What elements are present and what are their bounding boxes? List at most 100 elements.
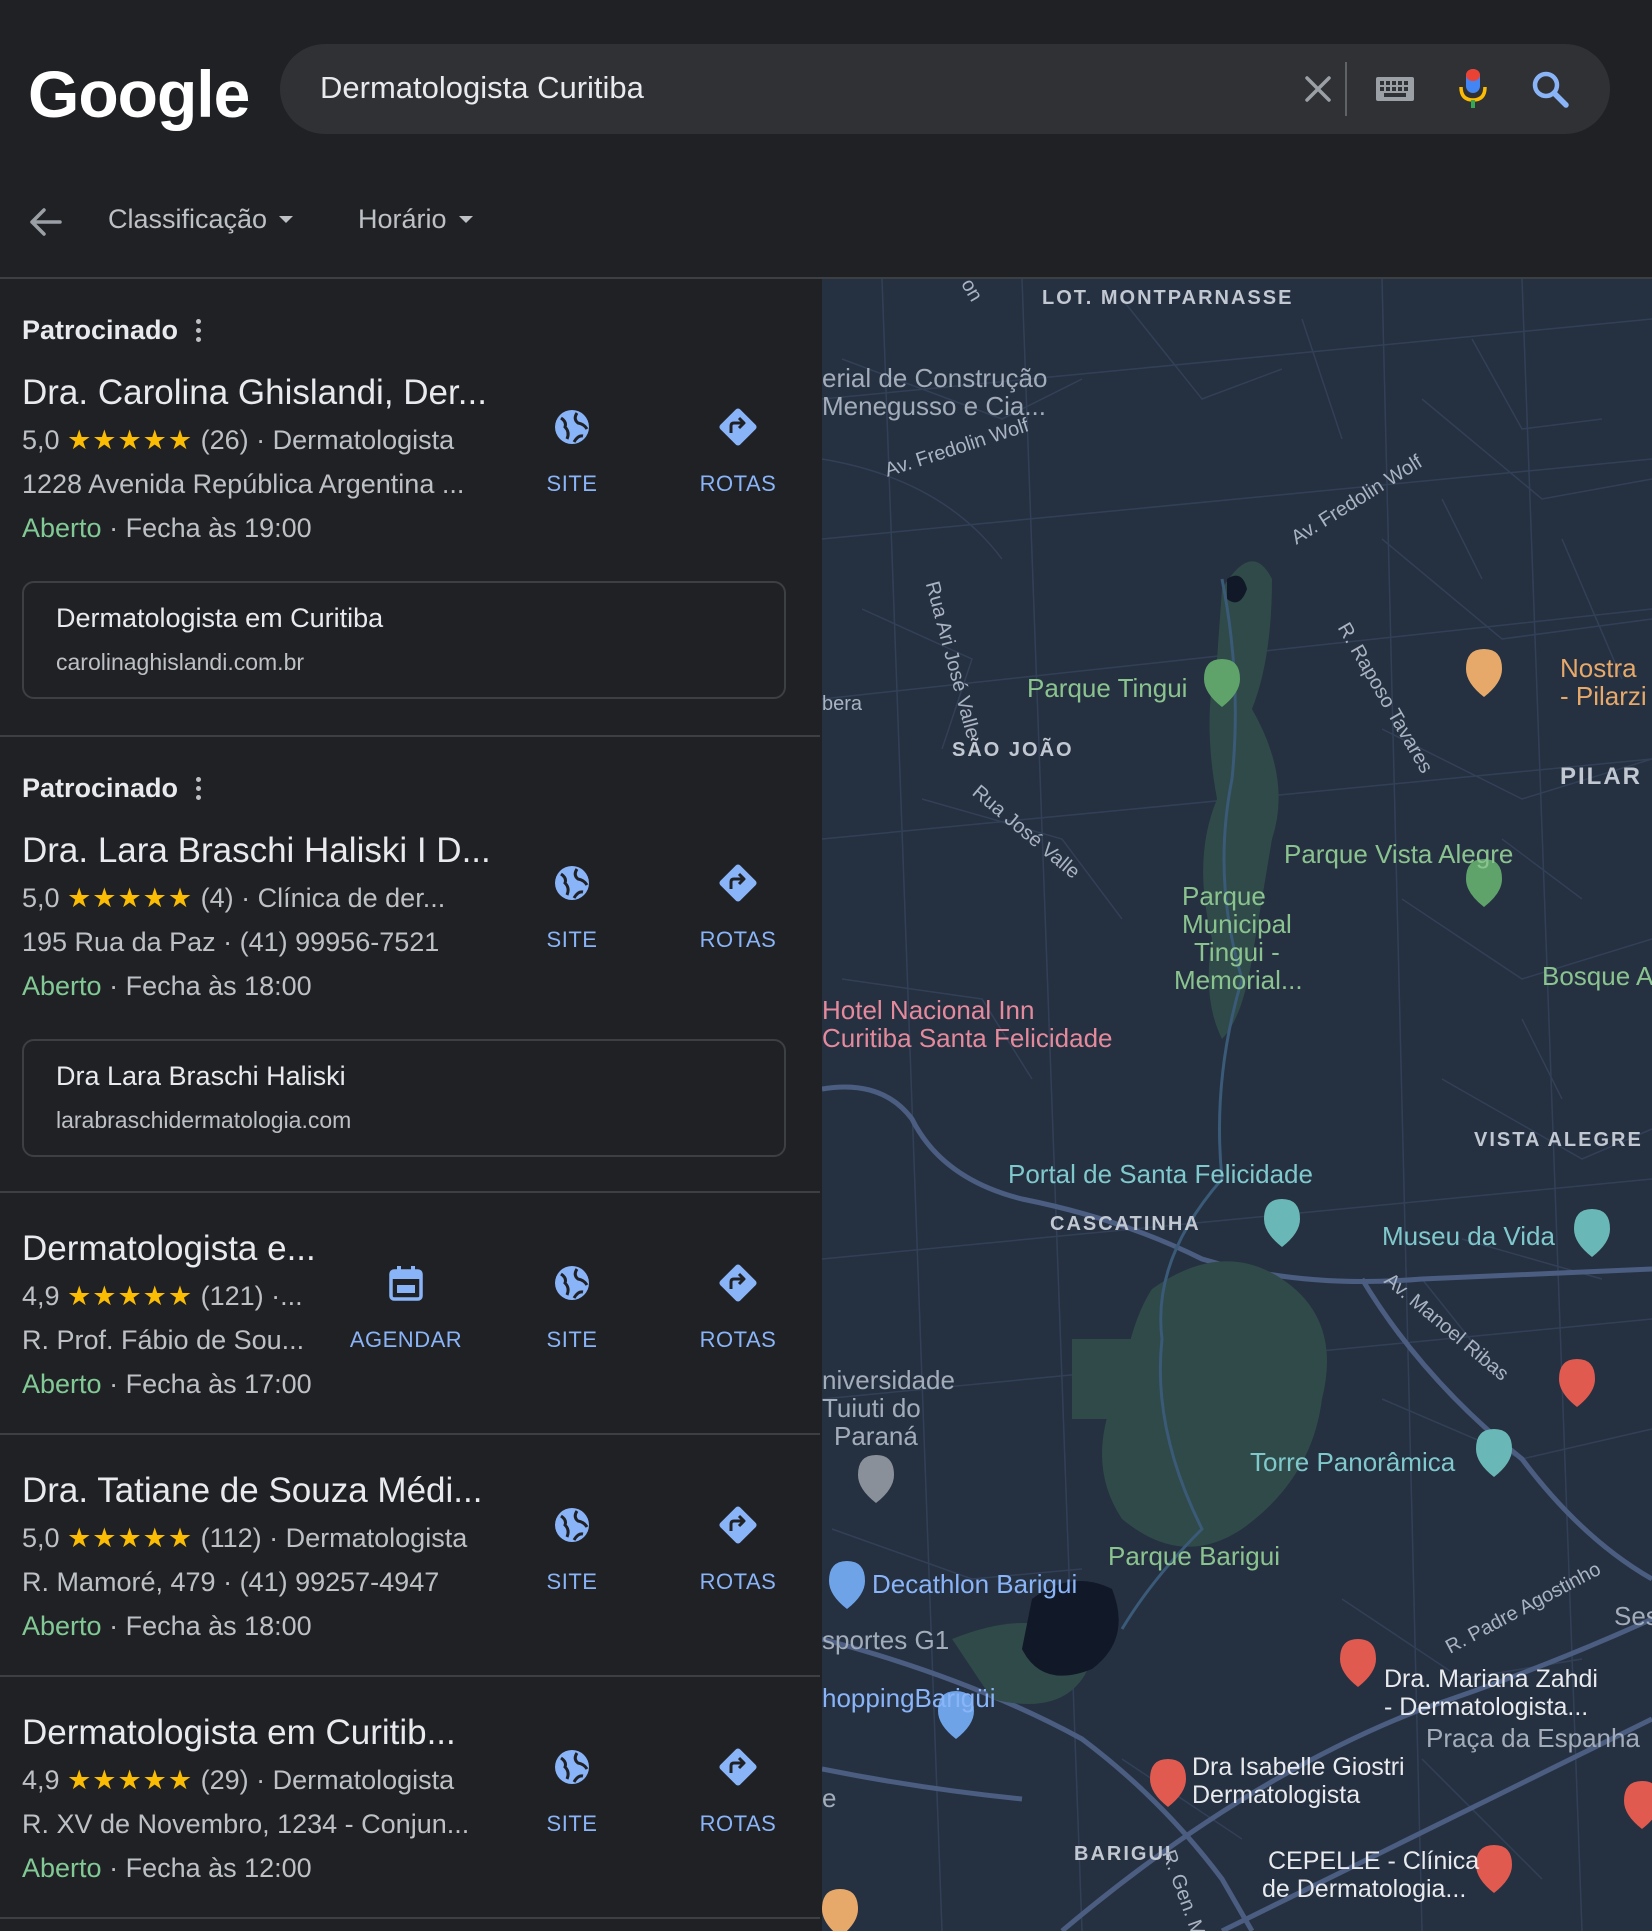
search-bar[interactable]: Dermatologista Curitiba xyxy=(280,44,1610,134)
rating-value: 4,9 xyxy=(22,1281,60,1311)
directions-icon xyxy=(719,1264,757,1302)
filter-hours[interactable]: Horário xyxy=(358,204,473,235)
routes-button[interactable]: ROTAS xyxy=(673,861,803,953)
google-logo[interactable]: Google xyxy=(28,56,250,132)
map-label-univ-1: niversidade xyxy=(822,1365,955,1395)
directions-icon xyxy=(719,1506,757,1544)
routes-button[interactable]: ROTAS xyxy=(673,1261,803,1353)
map-label-sao-joao: SÃO JOÃO xyxy=(952,739,1074,761)
star-rating-icon: ★★★★★ xyxy=(67,883,194,913)
filter-bar: Classificação Horário xyxy=(0,170,820,270)
rating-value: 5,0 xyxy=(22,1523,60,1553)
directions-icon xyxy=(719,864,757,902)
site-label: SITE xyxy=(546,1811,598,1836)
site-button[interactable]: SITE xyxy=(507,861,637,953)
result-rating-line: 5,0 ★★★★★ (112) · Dermatologista xyxy=(22,1523,467,1554)
site-button[interactable]: SITE xyxy=(507,1503,637,1595)
reviews-category: (121) ·... xyxy=(200,1281,303,1311)
result-card-sponsored[interactable]: Patrocinado Dra. Carolina Ghislandi, Der… xyxy=(0,279,820,737)
result-card[interactable]: Dermatologista em Curitib... 4,9 ★★★★★ (… xyxy=(0,1677,820,1919)
star-rating-icon: ★★★★★ xyxy=(67,425,194,455)
map-label-mariana-2: - Dermatologista... xyxy=(1384,1693,1589,1721)
search-divider xyxy=(1345,62,1347,116)
map-label-museu: Museu da Vida xyxy=(1382,1221,1555,1251)
back-arrow-icon[interactable] xyxy=(24,200,68,244)
result-card[interactable]: Dra. Tatiane de Souza Médi... 5,0 ★★★★★ … xyxy=(0,1435,820,1677)
search-input[interactable]: Dermatologista Curitiba xyxy=(320,70,644,106)
result-rating-line: 4,9 ★★★★★ (121) ·... xyxy=(22,1281,303,1312)
header: Google Dermatologista Curitiba Classific… xyxy=(0,0,1652,279)
sponsored-text: Patrocinado xyxy=(22,773,179,803)
result-address: R. Prof. Fábio de Sou... xyxy=(22,1325,305,1355)
result-hours-line: Aberto · Fecha às 19:00 xyxy=(22,513,312,544)
result-title[interactable]: Dra. Lara Braschi Haliski I D... xyxy=(22,831,491,871)
map-label-municipal-2: Municipal xyxy=(1182,909,1292,939)
ad-url: carolinaghislandi.com.br xyxy=(56,649,305,675)
routes-button[interactable]: ROTAS xyxy=(673,1503,803,1595)
map-label-municipal-1: Parque xyxy=(1182,881,1266,911)
ad-title: Dermatologista em Curitiba xyxy=(56,603,384,633)
result-title[interactable]: Dra. Tatiane de Souza Médi... xyxy=(22,1471,482,1511)
map-label-nostra-2: - Pilarzi xyxy=(1560,681,1647,711)
map-label-isabelle-2: Dermatologista xyxy=(1192,1781,1361,1809)
result-hours-line: Aberto · Fecha às 17:00 xyxy=(22,1369,312,1400)
site-button[interactable]: SITE xyxy=(507,1261,637,1353)
result-title[interactable]: Dra. Carolina Ghislandi, Der... xyxy=(22,373,487,413)
chevron-down-icon xyxy=(279,216,294,223)
keyboard-icon[interactable] xyxy=(1370,64,1420,114)
routes-label: ROTAS xyxy=(699,1569,777,1594)
result-card[interactable]: Dermatologista e... 4,9 ★★★★★ (121) ·...… xyxy=(0,1193,820,1435)
site-button[interactable]: SITE xyxy=(507,1745,637,1837)
map-label-univ-2: Tuiuti do xyxy=(822,1393,921,1423)
result-title[interactable]: Dermatologista e... xyxy=(22,1229,316,1269)
result-title[interactable]: Dermatologista em Curitib... xyxy=(22,1713,456,1753)
map-label-parque-tingui: Parque Tingui xyxy=(1027,673,1188,703)
map-label-portal: Portal de Santa Felicidade xyxy=(1008,1159,1313,1189)
routes-label: ROTAS xyxy=(699,1327,777,1352)
site-button[interactable]: SITE xyxy=(507,405,637,497)
ad-sitelink[interactable]: Dermatologista em Curitiba carolinaghisl… xyxy=(22,581,786,699)
open-status: Aberto xyxy=(22,1369,102,1399)
results-list: Patrocinado Dra. Carolina Ghislandi, Der… xyxy=(0,279,820,1931)
microphone-icon[interactable] xyxy=(1448,64,1498,114)
globe-icon xyxy=(555,1266,589,1300)
globe-icon xyxy=(555,866,589,900)
star-rating-icon: ★★★★★ xyxy=(67,1523,194,1553)
open-status: Aberto xyxy=(22,971,102,1001)
routes-label: ROTAS xyxy=(699,471,777,496)
site-label: SITE xyxy=(546,927,598,952)
result-card-sponsored[interactable]: Patrocinado Dra. Lara Braschi Haliski I … xyxy=(0,737,820,1193)
globe-icon xyxy=(555,410,589,444)
reviews-category: (29) · Dermatologista xyxy=(200,1765,455,1795)
schedule-button[interactable]: AGENDAR xyxy=(341,1261,471,1353)
result-address: 1228 Avenida República Argentina ... xyxy=(22,469,465,499)
map-label-montparnasse: LOT. MONTPARNASSE xyxy=(1042,287,1294,309)
more-options-icon[interactable] xyxy=(196,319,202,342)
result-address: R. Mamoré, 479 · (41) 99257-4947 xyxy=(22,1567,440,1597)
map-label-shopping: hoppingBarigüi xyxy=(822,1683,996,1713)
open-status: Aberto xyxy=(22,1853,102,1883)
site-label: SITE xyxy=(546,471,598,496)
globe-icon xyxy=(555,1750,589,1784)
map-label-vista-alegre: VISTA ALEGRE xyxy=(1474,1129,1643,1151)
result-hours-line: Aberto · Fecha às 18:00 xyxy=(22,1611,312,1642)
map-label-mariana-1: Dra. Mariana Zahdi xyxy=(1384,1665,1598,1693)
routes-button[interactable]: ROTAS xyxy=(673,405,803,497)
result-rating-line: 4,9 ★★★★★ (29) · Dermatologista xyxy=(22,1765,454,1796)
routes-button[interactable]: ROTAS xyxy=(673,1745,803,1837)
map-label-parque-barigui: Parque Barigui xyxy=(1108,1541,1280,1571)
map-label-municipal-3: Tingui - xyxy=(1194,937,1280,967)
more-options-icon[interactable] xyxy=(196,777,202,800)
map-label-univ-3: Paraná xyxy=(834,1421,918,1451)
reviews-category: (4) · Clínica de der... xyxy=(200,883,446,913)
result-address: 195 Rua da Paz · (41) 99956-7521 xyxy=(22,927,440,957)
map-label-municipal-4: Memorial... xyxy=(1174,965,1303,995)
map-label-praca: Praça da Espanha xyxy=(1426,1723,1640,1753)
ad-sitelink[interactable]: Dra Lara Braschi Haliski larabraschiderm… xyxy=(22,1039,786,1157)
filter-rating[interactable]: Classificação xyxy=(108,204,294,235)
map-panel[interactable]: LOT. MONTPARNASSE on erial de Construção… xyxy=(822,279,1652,1931)
globe-icon xyxy=(555,1508,589,1542)
search-icon[interactable] xyxy=(1525,64,1575,114)
clear-icon[interactable] xyxy=(1293,64,1343,114)
directions-icon xyxy=(719,408,757,446)
